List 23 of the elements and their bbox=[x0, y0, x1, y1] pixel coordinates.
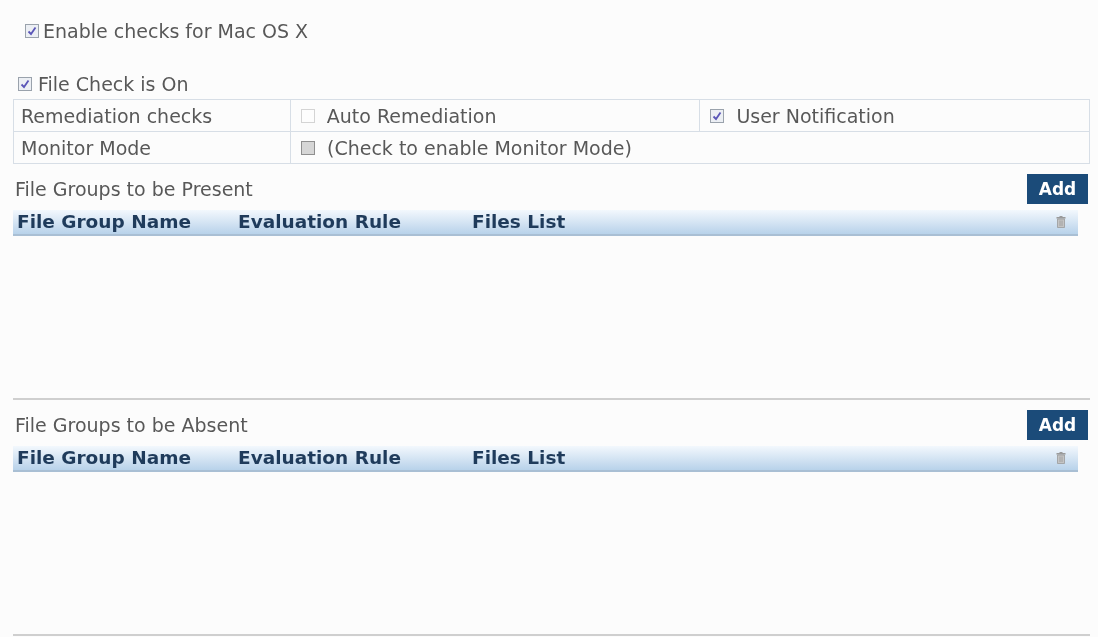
column-header: File Group Name bbox=[17, 210, 192, 234]
checkbox[interactable] bbox=[301, 140, 315, 155]
trash-icon[interactable] bbox=[1056, 452, 1066, 464]
add-button[interactable]: Add bbox=[1027, 174, 1088, 204]
column-header: Evaluation Rule bbox=[238, 446, 402, 470]
table-cell: Remediation checks bbox=[14, 100, 291, 132]
add-button[interactable]: Add bbox=[1027, 410, 1088, 440]
trash-icon[interactable] bbox=[1056, 216, 1066, 228]
section-title: File Groups to be Absent bbox=[15, 413, 248, 437]
checkbox-label: Enable checks for Mac OS X bbox=[43, 19, 309, 43]
checkbox-label: User Notification bbox=[736, 103, 895, 128]
checkbox[interactable] bbox=[710, 108, 725, 123]
checkbox[interactable] bbox=[25, 24, 39, 38]
column-header: Evaluation Rule bbox=[238, 210, 402, 234]
checkbox-label: File Check is On bbox=[38, 72, 189, 96]
checkbox-label: (Check to enable Monitor Mode) bbox=[327, 135, 632, 160]
checkbox-label: Auto Remediation bbox=[326, 103, 497, 128]
table-cell: Monitor Mode bbox=[14, 132, 291, 164]
section-title: File Groups to be Present bbox=[15, 177, 253, 201]
column-header: Files List bbox=[472, 210, 567, 234]
checkbox[interactable] bbox=[18, 77, 32, 91]
column-header: Files List bbox=[472, 446, 567, 470]
column-header: File Group Name bbox=[17, 446, 192, 470]
